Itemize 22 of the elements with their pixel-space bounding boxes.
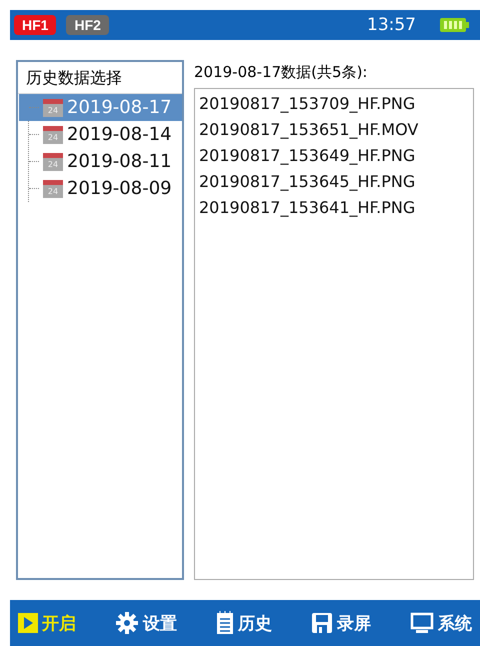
play-icon: [18, 613, 38, 633]
toolbar-button[interactable]: 录屏: [311, 612, 371, 634]
date-item[interactable]: 24 2019-08-14: [19, 121, 182, 148]
file-item[interactable]: 20190817_153641_HF.PNG: [199, 195, 469, 221]
date-item[interactable]: 24 2019-08-09: [19, 175, 182, 202]
clock-time: 13:57: [367, 15, 416, 35]
settings-icon: [115, 611, 139, 635]
monitor-icon: [410, 612, 434, 634]
file-item[interactable]: 20190817_153709_HF.PNG: [199, 91, 469, 117]
notepad-icon: [216, 611, 234, 635]
file-item[interactable]: 20190817_153649_HF.PNG: [199, 143, 469, 169]
file-list-heading: 2019-08-17数据(共5条):: [194, 62, 368, 83]
toolbar-button[interactable]: 开启: [18, 612, 76, 634]
channel-tab[interactable]: HF2: [66, 15, 109, 35]
battery-icon: [440, 17, 470, 33]
toolbar-button[interactable]: 历史: [216, 611, 272, 635]
file-item[interactable]: 20190817_153645_HF.PNG: [199, 169, 469, 195]
toolbar-button[interactable]: 系统: [410, 612, 472, 634]
toolbar-button[interactable]: 设置: [115, 611, 177, 635]
file-item[interactable]: 20190817_153651_HF.MOV: [199, 117, 469, 143]
channel-tab[interactable]: HF1: [14, 15, 56, 35]
date-item[interactable]: 24 2019-08-11: [19, 148, 182, 175]
